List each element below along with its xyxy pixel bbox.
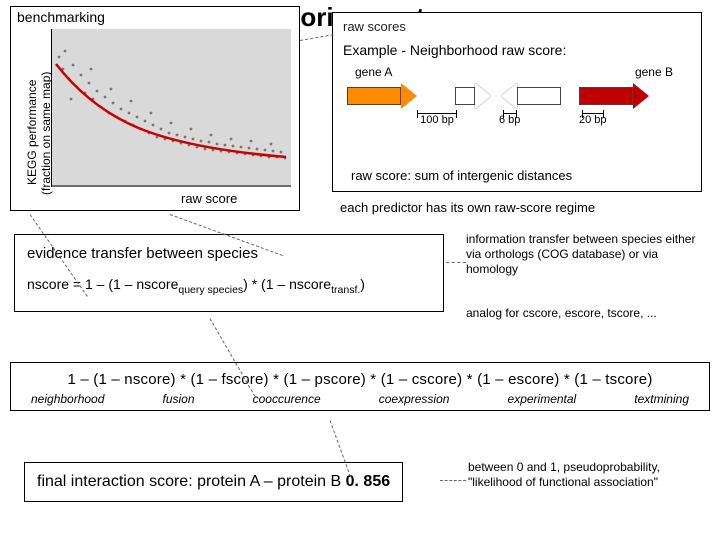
bracket-6bp: 6 bp bbox=[499, 113, 520, 126]
label-experimental: experimental bbox=[508, 392, 577, 406]
evidence-transfer-panel: evidence transfer between species nscore… bbox=[14, 234, 444, 312]
gene-a-arrow-icon bbox=[347, 83, 417, 109]
benchmarking-panel: benchmarking KEGG performance (fraction … bbox=[10, 6, 300, 211]
raw-scores-label: raw scores bbox=[343, 19, 691, 34]
final-score-prefix: final interaction score: protein A – pro… bbox=[37, 473, 346, 490]
info-transfer-note: information transfer between species eit… bbox=[466, 232, 702, 277]
nscore-formula: nscore = 1 – (1 – nscorequery species) *… bbox=[27, 276, 431, 296]
gene-b-label: gene B bbox=[635, 65, 673, 79]
gene-b-arrow-icon bbox=[579, 83, 649, 109]
connector-4 bbox=[446, 262, 466, 263]
analog-note: analog for cscore, escore, tscore, ... bbox=[466, 306, 702, 320]
gene-diagram bbox=[347, 83, 649, 109]
dist-100bp: 100 bp bbox=[420, 114, 454, 126]
final-score-value: 0. 856 bbox=[346, 473, 390, 490]
benchmark-chart bbox=[51, 29, 291, 187]
raw-scores-panel: raw scores Example - Neighborhood raw sc… bbox=[332, 12, 702, 192]
bracket-100bp: 100 bp bbox=[417, 113, 457, 126]
benchmarking-label: benchmarking bbox=[17, 9, 105, 25]
combined-formula-panel: 1 – (1 – nscore) * (1 – fscore) * (1 – p… bbox=[10, 362, 710, 411]
final-note: between 0 and 1, pseudoprobability, "lik… bbox=[468, 460, 708, 490]
label-coexpression: coexpression bbox=[379, 392, 450, 406]
evidence-transfer-title: evidence transfer between species bbox=[27, 245, 431, 262]
gene-a-label: gene A bbox=[355, 65, 392, 79]
connector-7 bbox=[440, 480, 466, 481]
small-gene-1-icon bbox=[455, 83, 491, 109]
combined-formula: 1 – (1 – nscore) * (1 – fscore) * (1 – p… bbox=[21, 371, 699, 388]
connector-1 bbox=[300, 34, 334, 41]
small-gene-2-icon bbox=[501, 83, 561, 109]
label-neighborhood: neighborhood bbox=[31, 392, 104, 406]
label-textmining: textmining bbox=[634, 392, 689, 406]
raw-score-definition: raw score: sum of intergenic distances bbox=[351, 168, 572, 183]
label-cooccurence: cooccurence bbox=[253, 392, 321, 406]
regime-note: each predictor has its own raw-score reg… bbox=[340, 200, 595, 215]
ylabel-line1: KEGG performance bbox=[25, 80, 39, 185]
example-caption: Example - Neighborhood raw score: bbox=[343, 42, 691, 58]
combined-formula-labels: neighborhood fusion cooccurence coexpres… bbox=[21, 388, 699, 406]
label-fusion: fusion bbox=[162, 392, 194, 406]
x-axis-label: raw score bbox=[181, 191, 237, 206]
bracket-20bp: 20 bp bbox=[579, 113, 607, 126]
